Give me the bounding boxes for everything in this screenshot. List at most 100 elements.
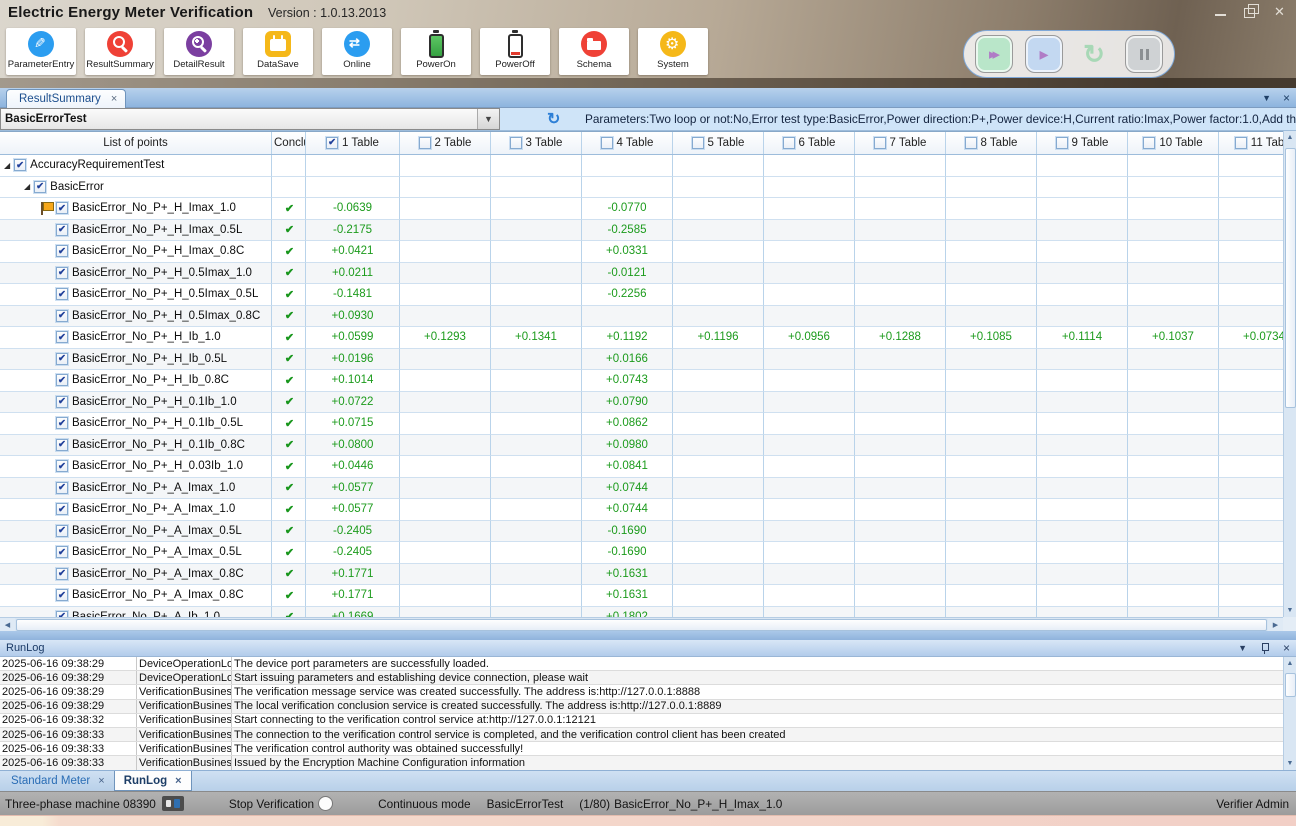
table-row[interactable]: BasicError_No_P+_A_Imax_1.0✔+0.0577+0.07… — [0, 499, 1283, 521]
bottom-tab-standard-meter[interactable]: Standard Meter× — [2, 771, 114, 791]
column-checkbox[interactable] — [965, 137, 977, 149]
table-row[interactable]: BasicError_No_P+_H_Imax_0.8C✔+0.0421+0.0… — [0, 241, 1283, 263]
table-vertical-scrollbar[interactable]: ▲ ▼ — [1283, 131, 1296, 617]
column-checkbox[interactable] — [326, 137, 338, 149]
column-checkbox[interactable] — [692, 137, 704, 149]
loop-button[interactable] — [1075, 35, 1113, 73]
table-row[interactable]: BasicError_No_P+_H_0.1Ib_0.5L✔+0.0715+0.… — [0, 413, 1283, 435]
toolbar-button-System[interactable]: System — [638, 28, 708, 75]
log-row[interactable]: 2025-06-16 09:38:29DeviceOperationLogsSt… — [0, 671, 1283, 685]
column-header-5-table[interactable]: 5 Table — [673, 132, 764, 154]
row-checkbox[interactable] — [56, 417, 68, 429]
row-checkbox[interactable] — [56, 525, 68, 537]
minimize-icon[interactable] — [1214, 6, 1228, 18]
column-header-conclusion[interactable]: Conclu — [272, 132, 306, 154]
runlog-close-icon[interactable]: × — [1283, 641, 1290, 655]
log-row[interactable]: 2025-06-16 09:38:29DeviceOperationLogsTh… — [0, 657, 1283, 671]
toolbar-button-Online[interactable]: Online — [322, 28, 392, 75]
fast-forward-button[interactable] — [975, 35, 1013, 73]
combobox-arrow-icon[interactable]: ▼ — [477, 109, 499, 129]
runlog-scroll-thumb[interactable] — [1285, 673, 1296, 697]
close-icon[interactable] — [1274, 6, 1288, 18]
toolbar-button-PowerOff[interactable]: PowerOff — [480, 28, 550, 75]
column-header-8-table[interactable]: 8 Table — [946, 132, 1037, 154]
runlog-scroll-down-icon[interactable]: ▼ — [1284, 757, 1296, 770]
scroll-left-icon[interactable]: ◀ — [0, 618, 15, 632]
play-button[interactable] — [1025, 35, 1063, 73]
column-header-10-table[interactable]: 10 Table — [1128, 132, 1219, 154]
tab-resultsummary[interactable]: ResultSummary × — [6, 89, 126, 108]
table-row[interactable]: BasicError_No_P+_A_Imax_1.0✔+0.0577+0.07… — [0, 478, 1283, 500]
table-row[interactable]: BasicError_No_P+_H_0.1Ib_0.8C✔+0.0800+0.… — [0, 435, 1283, 457]
horizontal-scroll-thumb[interactable] — [16, 619, 1267, 631]
runlog-vertical-scrollbar[interactable]: ▲ ▼ — [1283, 657, 1296, 770]
pin-icon[interactable] — [1260, 642, 1270, 654]
restore-icon[interactable] — [1244, 6, 1258, 18]
column-header-3-table[interactable]: 3 Table — [491, 132, 582, 154]
column-checkbox[interactable] — [783, 137, 795, 149]
toolbar-button-ResultSummary[interactable]: ResultSummary — [85, 28, 155, 75]
table-row[interactable]: BasicError_No_P+_H_0.5Imax_0.5L✔-0.1481-… — [0, 284, 1283, 306]
row-checkbox[interactable] — [56, 503, 68, 515]
table-row[interactable]: BasicError_No_P+_H_0.5Imax_1.0✔+0.0211-0… — [0, 263, 1283, 285]
toolbar-button-DetailResult[interactable]: DetailResult — [164, 28, 234, 75]
column-header-4-table[interactable]: 4 Table — [582, 132, 673, 154]
row-checkbox[interactable] — [56, 546, 68, 558]
tree-row-AccuracyRequirementTest[interactable]: ◢AccuracyRequirementTest — [0, 155, 1283, 177]
row-checkbox[interactable] — [56, 331, 68, 343]
column-checkbox[interactable] — [601, 137, 613, 149]
row-checkbox[interactable] — [56, 374, 68, 386]
table-row[interactable]: BasicError_No_P+_H_0.5Imax_0.8C✔+0.0930 — [0, 306, 1283, 328]
table-row[interactable]: BasicError_No_P+_A_Imax_0.5L✔-0.2405-0.1… — [0, 521, 1283, 543]
tree-row-BasicError[interactable]: ◢BasicError — [0, 177, 1283, 199]
toolbar-button-PowerOn[interactable]: PowerOn — [401, 28, 471, 75]
test-selector-combobox[interactable]: BasicErrorTest ▼ — [0, 108, 500, 130]
stop-verification-toggle[interactable] — [318, 796, 333, 811]
toolbar-button-DataSave[interactable]: DataSave — [243, 28, 313, 75]
table-row[interactable]: BasicError_No_P+_A_Imax_0.5L✔-0.2405-0.1… — [0, 542, 1283, 564]
tabstrip-close-icon[interactable]: × — [1283, 91, 1290, 105]
column-header-list-of-points[interactable]: List of points — [0, 132, 272, 154]
table-row[interactable]: BasicError_No_P+_A_Imax_0.8C✔+0.1771+0.1… — [0, 564, 1283, 586]
chevron-down-icon[interactable]: ▼ — [1262, 93, 1271, 103]
table-row[interactable]: BasicError_No_P+_H_0.03Ib_1.0✔+0.0446+0.… — [0, 456, 1283, 478]
column-header-2-table[interactable]: 2 Table — [400, 132, 491, 154]
row-checkbox[interactable] — [56, 568, 68, 580]
table-row[interactable]: BasicError_No_P+_H_0.1Ib_1.0✔+0.0722+0.0… — [0, 392, 1283, 414]
row-checkbox[interactable] — [56, 288, 68, 300]
row-checkbox[interactable] — [56, 482, 68, 494]
row-checkbox[interactable] — [56, 267, 68, 279]
column-checkbox[interactable] — [419, 137, 431, 149]
scroll-down-icon[interactable]: ▼ — [1284, 604, 1296, 617]
row-checkbox[interactable] — [56, 353, 68, 365]
log-row[interactable]: 2025-06-16 09:38:29VerificationBusinessL… — [0, 685, 1283, 699]
table-row[interactable]: BasicError_No_P+_H_Ib_0.5L✔+0.0196+0.016… — [0, 349, 1283, 371]
tree-checkbox[interactable] — [14, 159, 26, 171]
table-row[interactable]: BasicError_No_P+_H_Ib_1.0✔+0.0599+0.1293… — [0, 327, 1283, 349]
row-checkbox[interactable] — [56, 310, 68, 322]
log-row[interactable]: 2025-06-16 09:38:29VerificationBusinessL… — [0, 700, 1283, 714]
vertical-scroll-thumb[interactable] — [1285, 148, 1296, 408]
row-checkbox[interactable] — [56, 460, 68, 472]
bottom-tab-close-icon[interactable]: × — [175, 775, 181, 787]
row-checkbox[interactable] — [56, 396, 68, 408]
column-checkbox[interactable] — [1143, 137, 1155, 149]
refresh-icon[interactable]: ↻ — [547, 109, 567, 129]
log-row[interactable]: 2025-06-16 09:38:33VerificationBusinessL… — [0, 742, 1283, 756]
column-header-1-table[interactable]: 1 Table — [306, 132, 400, 154]
runlog-dropdown-icon[interactable]: ▼ — [1238, 643, 1247, 653]
column-header-11-table[interactable]: 11 Table — [1219, 132, 1283, 154]
toolbar-button-ParameterEntry[interactable]: ParameterEntry — [6, 28, 76, 75]
column-checkbox[interactable] — [874, 137, 886, 149]
tree-checkbox[interactable] — [34, 181, 46, 193]
row-checkbox[interactable] — [56, 439, 68, 451]
log-row[interactable]: 2025-06-16 09:38:33VerificationBusinessL… — [0, 728, 1283, 742]
bottom-tab-runlog[interactable]: RunLog× — [114, 771, 192, 791]
toolbar-button-Schema[interactable]: Schema — [559, 28, 629, 75]
column-checkbox[interactable] — [1235, 137, 1247, 149]
scroll-up-icon[interactable]: ▲ — [1284, 131, 1296, 144]
table-row[interactable]: BasicError_No_P+_H_Ib_0.8C✔+0.1014+0.074… — [0, 370, 1283, 392]
column-header-6-table[interactable]: 6 Table — [764, 132, 855, 154]
tree-expander-icon[interactable]: ◢ — [24, 182, 30, 191]
table-row[interactable]: BasicError_No_P+_H_Imax_0.5L✔-0.2175-0.2… — [0, 220, 1283, 242]
